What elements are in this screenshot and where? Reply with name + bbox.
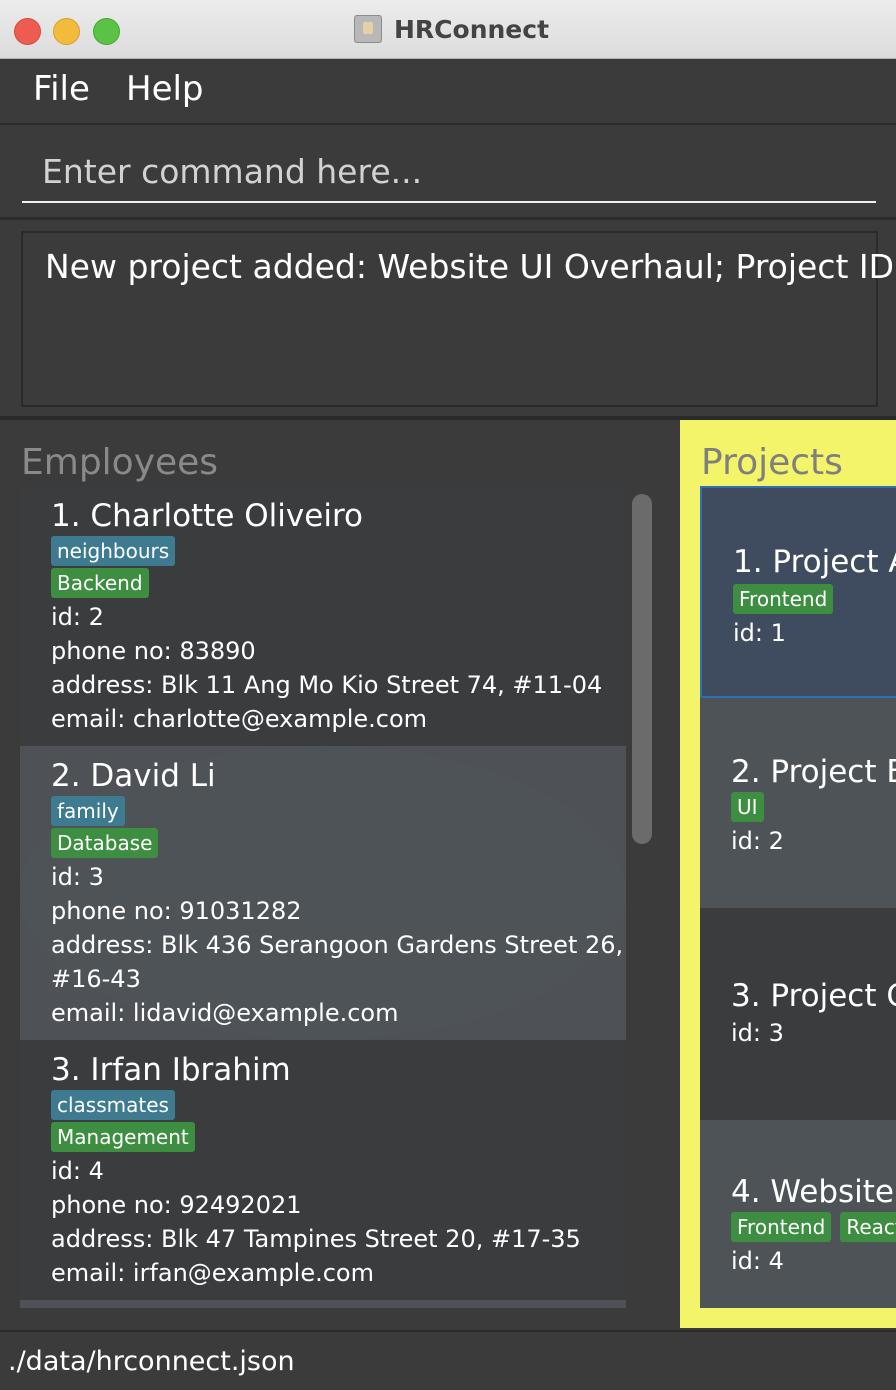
employee-name: 3. Irfan Ibrahim: [51, 1052, 291, 1088]
employee-card[interactable]: 3. Irfan Ibrahim classmates Management i…: [20, 1040, 626, 1300]
menu-file[interactable]: File: [33, 69, 90, 109]
employee-address: address: Blk 436 Serangoon Gardens Stree…: [51, 931, 624, 959]
project-card-selected[interactable]: 1. Project Alpha Frontend id: 1: [700, 486, 896, 698]
project-card[interactable]: 2. Project Beta UI id: 2: [700, 698, 896, 908]
project-id: id: 1: [733, 619, 786, 647]
project-card[interactable]: 4. Website UI Overhaul Frontend React id…: [700, 1120, 896, 1308]
close-window-button[interactable]: [14, 18, 41, 45]
employee-phone: phone no: 83890: [51, 637, 256, 665]
employee-name: 1. Charlotte Oliveiro: [51, 498, 363, 534]
employee-address: address: Blk 47 Tampines Street 20, #17-…: [51, 1225, 581, 1253]
employee-address-continued: #16-43: [51, 965, 141, 993]
project-name: 4. Website UI Overhaul: [731, 1174, 896, 1210]
app-icon: [354, 15, 382, 43]
employee-card[interactable]: 2. David Li family Database id: 3 phone …: [20, 746, 626, 1040]
employee-email: email: lidavid@example.com: [51, 999, 399, 1027]
employee-id: id: 2: [51, 603, 104, 631]
projects-title: Projects: [701, 442, 843, 483]
project-id: id: 2: [731, 827, 784, 855]
minimize-window-button[interactable]: [53, 18, 80, 45]
menu-bar: File Help: [0, 59, 896, 125]
status-bar: ./data/hrconnect.json: [0, 1330, 896, 1390]
command-input[interactable]: [22, 141, 876, 203]
employee-tag: family: [51, 796, 125, 826]
employee-email: email: charlotte@example.com: [51, 705, 428, 733]
project-id: id: 4: [731, 1247, 784, 1275]
project-id: id: 3: [731, 1019, 784, 1047]
result-display: New project added: Website UI Overhaul; …: [21, 231, 896, 407]
result-display-area: New project added: Website UI Overhaul; …: [0, 220, 896, 420]
project-card[interactable]: 3. Project Gamma id: 3: [700, 908, 896, 1120]
employee-tag: neighbours: [51, 536, 176, 566]
title-bar: HRConnect: [0, 0, 896, 59]
project-tag: UI: [731, 792, 764, 822]
employee-address: address: Blk 11 Ang Mo Kio Street 74, #1…: [51, 671, 603, 699]
project-name: 3. Project Gamma: [731, 978, 896, 1014]
window-title: HRConnect: [394, 14, 550, 44]
zoom-window-button[interactable]: [93, 18, 120, 45]
employee-role-tag: Backend: [51, 568, 149, 598]
data-file-path: ./data/hrconnect.json: [8, 1346, 295, 1377]
employees-title: Employees: [21, 442, 219, 483]
menu-help[interactable]: Help: [126, 69, 204, 109]
employee-tag: classmates: [51, 1090, 175, 1120]
project-name: 1. Project Alpha: [733, 544, 896, 580]
employee-id: id: 3: [51, 863, 104, 891]
employee-phone: phone no: 91031282: [51, 897, 302, 925]
project-tag: React: [840, 1212, 896, 1242]
result-message: New project added: Website UI Overhaul; …: [45, 247, 896, 286]
employee-email: email: irfan@example.com: [51, 1259, 374, 1287]
projects-panel: Projects 1. Project Alpha Frontend id: 1…: [680, 420, 896, 1328]
project-list[interactable]: 1. Project Alpha Frontend id: 1 2. Proje…: [700, 486, 896, 1308]
employee-role-tag: Database: [51, 828, 159, 858]
project-tag: Frontend: [733, 584, 834, 614]
employee-list-scrollbar[interactable]: [632, 494, 652, 844]
project-name: 2. Project Beta: [731, 754, 896, 790]
employee-role-tag: Management: [51, 1122, 195, 1152]
employee-list[interactable]: 1. Charlotte Oliveiro neighbours Backend…: [20, 486, 626, 1308]
employee-name: 2. David Li: [51, 758, 216, 794]
command-box: [0, 125, 896, 220]
project-tag: Frontend: [731, 1212, 832, 1242]
employee-id: id: 4: [51, 1157, 104, 1185]
employee-phone: phone no: 92492021: [51, 1191, 302, 1219]
employee-card[interactable]: 1. Charlotte Oliveiro neighbours Backend…: [20, 486, 626, 746]
